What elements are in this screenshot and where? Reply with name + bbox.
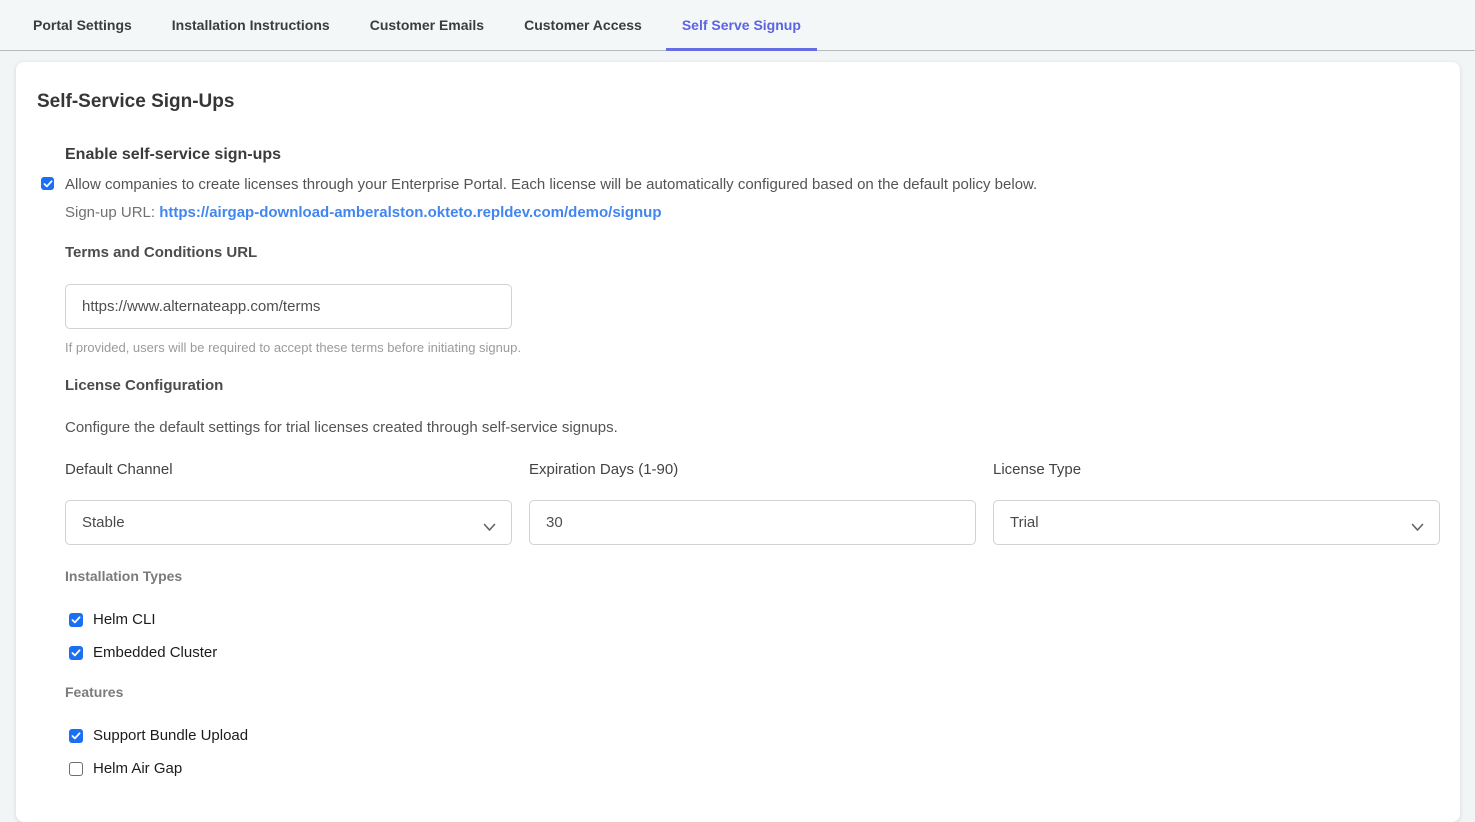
terms-url-input[interactable] (65, 284, 512, 329)
check-icon (71, 616, 81, 624)
chevron-down-icon (483, 519, 496, 536)
settings-tabbar: Portal Settings Installation Instruction… (0, 0, 1475, 51)
enable-signups-text: Allow companies to create licenses throu… (65, 174, 1037, 223)
enable-signups-heading: Enable self-service sign-ups (65, 144, 1441, 166)
expiration-days-label: Expiration Days (1-90) (529, 460, 976, 480)
feature-support-bundle-upload[interactable]: Support Bundle Upload (69, 728, 1441, 744)
default-channel-select[interactable]: Stable (65, 500, 512, 545)
expiration-days-input[interactable] (529, 500, 976, 545)
support-bundle-upload-label: Support Bundle Upload (93, 728, 248, 744)
tab-customer-emails[interactable]: Customer Emails (354, 0, 500, 50)
default-channel-field: Default Channel Stable (65, 460, 512, 545)
check-icon (71, 649, 81, 657)
tab-customer-access[interactable]: Customer Access (508, 0, 658, 50)
signup-url-label: Sign-up URL: (65, 204, 155, 221)
check-icon (43, 180, 53, 188)
embedded-cluster-label: Embedded Cluster (93, 645, 217, 661)
enable-signups-description: Allow companies to create licenses throu… (65, 174, 1037, 195)
license-type-label: License Type (993, 460, 1440, 480)
license-type-value: Trial (1010, 514, 1039, 531)
license-config-grid: Default Channel Stable Expiration Days (… (65, 460, 1441, 545)
embedded-cluster-checkbox[interactable] (69, 646, 83, 660)
features-heading: Features (65, 683, 1441, 702)
helm-cli-label: Helm CLI (93, 612, 156, 628)
installation-types-heading: Installation Types (65, 567, 1441, 586)
tab-portal-settings[interactable]: Portal Settings (17, 0, 148, 50)
default-channel-label: Default Channel (65, 460, 512, 480)
terms-url-helper: If provided, users will be required to a… (65, 339, 1441, 356)
enable-signups-checkbox[interactable] (41, 177, 54, 190)
support-bundle-upload-checkbox[interactable] (69, 729, 83, 743)
license-configuration-description: Configure the default settings for trial… (65, 417, 1441, 438)
self-serve-signup-panel: Self-Service Sign-Ups Enable self-servic… (16, 62, 1460, 822)
signup-url-link[interactable]: https://airgap-download-amberalston.okte… (159, 204, 661, 221)
feature-helm-air-gap[interactable]: Helm Air Gap (69, 761, 1441, 777)
expiration-days-field: Expiration Days (1-90) (529, 460, 976, 545)
license-type-field: License Type Trial (993, 460, 1440, 545)
license-type-select[interactable]: Trial (993, 500, 1440, 545)
chevron-down-icon (1411, 519, 1424, 536)
signup-url-line: Sign-up URL: https://airgap-download-amb… (65, 202, 1037, 223)
helm-air-gap-label: Helm Air Gap (93, 761, 182, 777)
page-title: Self-Service Sign-Ups (37, 89, 1441, 115)
tab-self-serve-signup[interactable]: Self Serve Signup (666, 0, 817, 50)
tab-installation-instructions[interactable]: Installation Instructions (156, 0, 346, 50)
helm-cli-checkbox[interactable] (69, 613, 83, 627)
terms-url-label: Terms and Conditions URL (65, 243, 1441, 263)
license-configuration-heading: License Configuration (65, 376, 1441, 396)
installation-type-embedded-cluster[interactable]: Embedded Cluster (69, 645, 1441, 661)
enable-signups-row: Allow companies to create licenses throu… (41, 174, 1441, 223)
default-channel-value: Stable (82, 514, 125, 531)
installation-type-helm-cli[interactable]: Helm CLI (69, 612, 1441, 628)
check-icon (71, 732, 81, 740)
